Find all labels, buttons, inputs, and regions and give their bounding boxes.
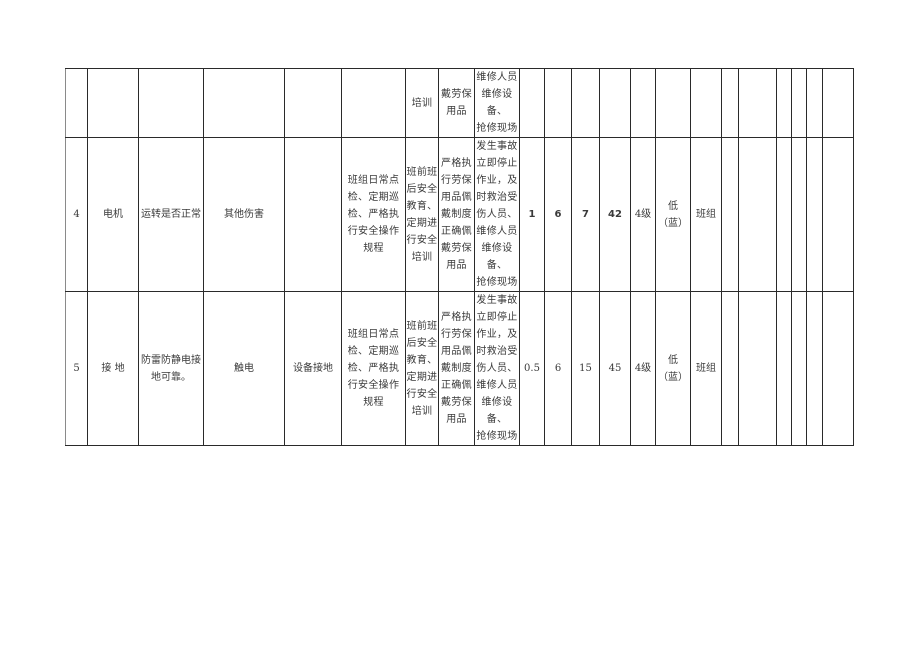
cell-extra-3 [776,68,792,138]
cell-emergency: 发生事故 立即停止 作业，及 时救治受 伤人员、 维修人员 维修设备、 抢修现场 [474,137,520,292]
table-row: 4 电机 运转是否正常 其他伤害 班组日常点 检、定期巡 检、严格执 行安全操作… [65,137,854,292]
cell-ppe: 严格执 行劳保 用品佩 戴制度 正确佩 戴劳保 用品 [438,291,475,446]
cell-extra-2 [738,291,777,446]
cell-equipment: 接 地 [87,291,139,446]
cell-no [65,68,88,138]
cell-extra-5 [806,68,823,138]
cell-no: 5 [65,291,88,446]
cell-level: 4级 [630,137,656,292]
cell-hazard: 其他伤害 [203,137,285,292]
cell-extra-4 [791,291,807,446]
cell-E [544,68,572,138]
cell-grade [655,68,691,138]
cell-C: 7 [571,137,600,292]
cell-training: 班前班 后安全 教育、 定期进 行安全 培训 [405,291,439,446]
cell-management: 班组日常点 检、定期巡 检、严格执 行安全操作 规程 [341,291,406,446]
cell-check-item [138,68,204,138]
cell-D: 42 [599,137,631,292]
cell-emergency: 维修人员 维修设备、 抢修现场 [474,68,520,138]
cell-extra-4 [791,137,807,292]
cell-no: 4 [65,137,88,292]
cell-equipment [87,68,139,138]
cell-D [599,68,631,138]
cell-extra-6 [822,68,854,138]
cell-level [630,68,656,138]
cell-level: 4级 [630,291,656,446]
cell-C [571,68,600,138]
cell-L [519,68,545,138]
cell-L: 1 [519,137,545,292]
cell-ppe: 戴劳保 用品 [438,68,475,138]
cell-check-item: 防雷防静电接地可靠。 [138,291,204,446]
table-row: 5 接 地 防雷防静电接地可靠。 触电 设备接地 班组日常点 检、定期巡 检、严… [65,291,854,446]
cell-E: 6 [544,137,572,292]
cell-training: 培训 [405,68,439,138]
cell-management [341,68,406,138]
cell-grade: 低（蓝） [655,137,691,292]
cell-extra-6 [822,291,854,446]
cell-extra-1 [721,68,739,138]
cell-engineering [284,68,342,138]
cell-extra-2 [738,137,777,292]
cell-hazard [203,68,285,138]
cell-D: 45 [599,291,631,446]
cell-extra-5 [806,137,823,292]
cell-control-level [690,68,722,138]
cell-extra-5 [806,291,823,446]
cell-training: 班前班 后安全 教育、 定期进 行安全 培训 [405,137,439,292]
cell-extra-1 [721,137,739,292]
cell-engineering [284,137,342,292]
cell-extra-3 [776,137,792,292]
cell-extra-4 [791,68,807,138]
cell-E: 6 [544,291,572,446]
cell-control-level: 班组 [690,137,722,292]
cell-hazard: 触电 [203,291,285,446]
cell-extra-3 [776,291,792,446]
cell-control-level: 班组 [690,291,722,446]
cell-check-item: 运转是否正常 [138,137,204,292]
cell-C: 15 [571,291,600,446]
cell-grade: 低（蓝） [655,291,691,446]
cell-extra-1 [721,291,739,446]
cell-ppe: 严格执 行劳保 用品佩 戴制度 正确佩 戴劳保 用品 [438,137,475,292]
cell-extra-6 [822,137,854,292]
cell-management: 班组日常点 检、定期巡 检、严格执 行安全操作 规程 [341,137,406,292]
cell-equipment: 电机 [87,137,139,292]
cell-emergency: 发生事故 立即停止 作业，及 时救治受 伤人员、 维修人员 维修设备、 抢修现场 [474,291,520,446]
risk-assessment-table: 培训 戴劳保 用品 维修人员 维修设备、 抢修现场 4 电机 运转是否正常 其他… [65,68,854,446]
table-row-continued: 培训 戴劳保 用品 维修人员 维修设备、 抢修现场 [65,68,854,138]
cell-extra-2 [738,68,777,138]
cell-engineering: 设备接地 [284,291,342,446]
cell-L: 0.5 [519,291,545,446]
